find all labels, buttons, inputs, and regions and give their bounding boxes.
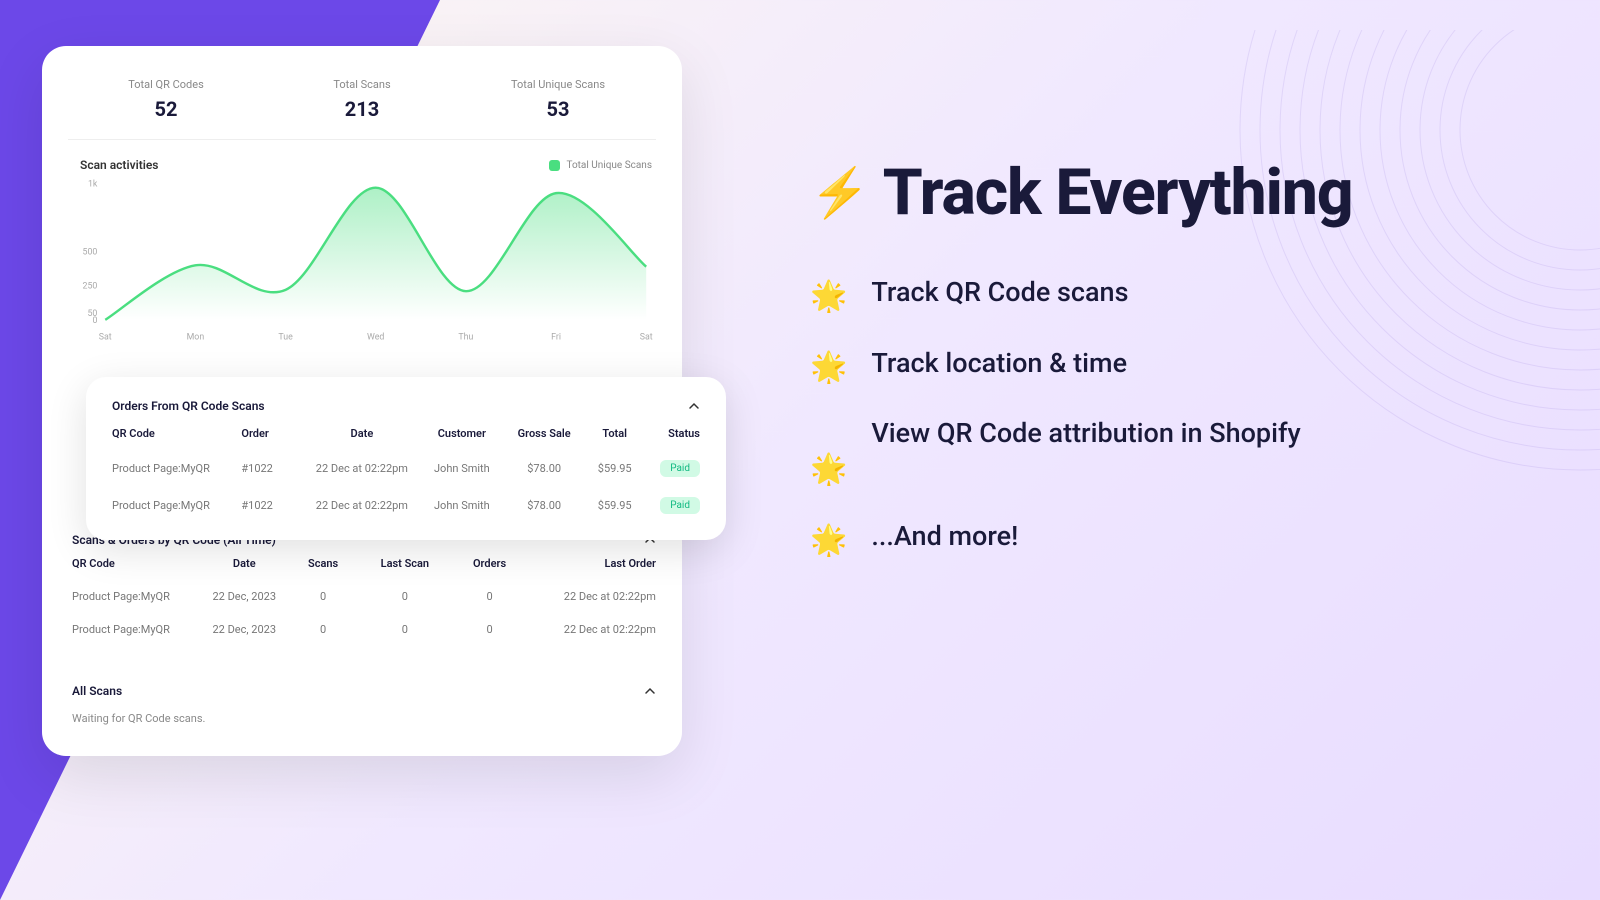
stat-label: Total QR Codes [68,78,264,91]
orders-table: QR Code Order Date Customer Gross Sale T… [112,427,700,524]
svg-text:Tue: Tue [278,332,293,342]
star-icon: 🌟 [810,518,847,565]
svg-text:500: 500 [83,248,98,258]
chevron-up-icon[interactable] [688,400,700,412]
cell-qr: Product Page:MyQR [72,623,200,636]
stat-total-scans: Total Scans 213 [264,78,460,121]
cell-scans: 0 [288,623,358,636]
cell-customer: John Smith [418,462,506,475]
bolt-icon: ⚡ [810,164,869,221]
star-icon: 🌟 [810,447,847,494]
cell-total: $59.95 [582,462,647,475]
section-title: Orders From QR Code Scans [112,399,265,413]
cell-date: 22 Dec, 2023 [200,623,288,636]
th-gross: Gross Sale [506,427,582,440]
th-order: Order [241,427,306,440]
scans-orders-table: QR Code Date Scans Last Scan Orders Last… [72,557,656,646]
chart-legend: Total Unique Scans [549,160,652,171]
cell-order: #1022 [241,462,306,475]
cell-gross: $78.00 [506,499,582,512]
legend-label: Total Unique Scans [566,160,652,171]
table-row[interactable]: Product Page:MyQR 22 Dec, 2023 0 0 0 22 … [72,580,656,613]
feature-item: 🌟 Track location & time [810,343,1530,392]
svg-text:Wed: Wed [367,332,384,342]
feature-text: ...And more! [871,516,1018,558]
all-scans-message: Waiting for QR Code scans. [72,708,656,729]
stat-value: 52 [68,97,264,121]
stat-value: 213 [264,97,460,121]
cell-qr: Product Page:MyQR [112,462,241,475]
heading-text: Track Everything [883,155,1353,230]
cell-date: 22 Dec at 02:22pm [306,499,418,512]
cell-customer: John Smith [418,499,506,512]
th-qr: QR Code [72,557,200,570]
section-title: All Scans [72,684,122,698]
svg-text:50: 50 [87,309,97,319]
cell-total: $59.95 [582,499,647,512]
cell-qr: Product Page:MyQR [112,499,241,512]
chart-area: Scan activities Total Unique Scans 05025… [68,150,656,363]
cell-lastorder: 22 Dec at 02:22pm [527,623,655,636]
th-customer: Customer [418,427,506,440]
th-qr: QR Code [112,427,241,440]
all-scans-section: All Scans Waiting for QR Code scans. [68,674,656,735]
cell-status: Paid [647,460,700,477]
feature-text: Track QR Code scans [871,272,1128,314]
feature-heading: ⚡ Track Everything [810,155,1530,230]
stat-total-qr: Total QR Codes 52 [68,78,264,121]
svg-text:Fri: Fri [551,332,561,342]
th-orders: Orders [452,557,528,570]
chevron-up-icon[interactable] [644,685,656,697]
star-icon: 🌟 [810,345,847,392]
feature-text: View QR Code attribution in Shopify [871,413,1300,455]
cell-date: 22 Dec at 02:22pm [306,462,418,475]
svg-text:Sat: Sat [640,332,653,342]
stat-label: Total Scans [264,78,460,91]
status-badge: Paid [660,460,700,477]
stat-unique-scans: Total Unique Scans 53 [460,78,656,121]
legend-swatch-icon [549,160,560,171]
cell-lastorder: 22 Dec at 02:22pm [527,590,655,603]
svg-text:Sat: Sat [99,332,112,342]
th-scans: Scans [288,557,358,570]
feature-list: 🌟 Track QR Code scans 🌟 Track location & ti… [810,272,1530,564]
cell-qr: Product Page:MyQR [72,590,200,603]
cell-status: Paid [647,497,700,514]
feature-item: 🌟 ...And more! [810,516,1530,565]
feature-item: 🌟 Track QR Code scans [810,272,1530,321]
th-total: Total [582,427,647,440]
orders-card: Orders From QR Code Scans QR Code Order … [86,377,726,540]
cell-orders: 0 [452,590,528,603]
stats-row: Total QR Codes 52 Total Scans 213 Total … [68,78,656,140]
cell-lastscan: 0 [358,590,451,603]
svg-text:1k: 1k [88,180,98,190]
status-badge: Paid [660,497,700,514]
feature-text: Track location & time [871,343,1127,385]
svg-text:Mon: Mon [187,332,205,342]
cell-orders: 0 [452,623,528,636]
svg-text:Thu: Thu [458,332,473,342]
table-row[interactable]: Product Page:MyQR #1022 22 Dec at 02:22p… [112,487,700,524]
cell-lastscan: 0 [358,623,451,636]
feature-panel: ⚡ Track Everything 🌟Track QR Code scans🌟… [810,155,1530,564]
stat-label: Total Unique Scans [460,78,656,91]
scans-orders-section: Scans & Orders by QR Code (All Time) QR … [68,523,656,652]
feature-item: 🌟 View QR Code attribution in Shopify [810,413,1530,494]
th-date: Date [306,427,418,440]
table-row[interactable]: Product Page:MyQR #1022 22 Dec at 02:22p… [112,450,700,487]
star-icon: 🌟 [810,274,847,321]
chart-title: Scan activities [80,158,158,172]
cell-scans: 0 [288,590,358,603]
th-lastorder: Last Order [527,557,655,570]
svg-text:250: 250 [83,282,98,292]
th-status: Status [647,427,700,440]
stat-value: 53 [460,97,656,121]
th-lastscan: Last Scan [358,557,451,570]
th-date: Date [200,557,288,570]
cell-date: 22 Dec, 2023 [200,590,288,603]
table-row[interactable]: Product Page:MyQR 22 Dec, 2023 0 0 0 22 … [72,613,656,646]
cell-order: #1022 [241,499,306,512]
scan-activities-chart: 0502505001kSatMonTueWedThuFriSat [68,174,656,349]
cell-gross: $78.00 [506,462,582,475]
